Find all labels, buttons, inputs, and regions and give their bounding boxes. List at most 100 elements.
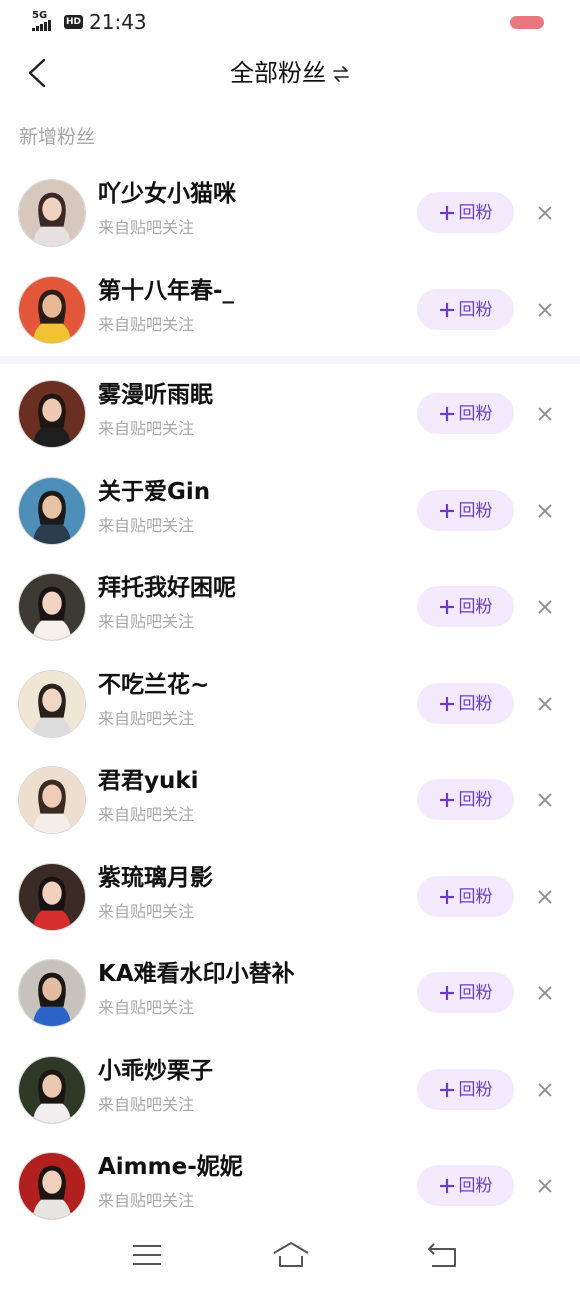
- avatar-photo: [19, 767, 85, 833]
- fan-name[interactable]: 不吃兰花~: [98, 670, 209, 700]
- fan-name[interactable]: 雾漫听雨眠: [98, 380, 213, 410]
- fan-source: 来自贴吧关注: [98, 998, 195, 1017]
- follow-back-button[interactable]: 回粉: [417, 490, 514, 531]
- dismiss-button[interactable]: [535, 790, 555, 810]
- nav-home-button[interactable]: [271, 1240, 311, 1270]
- follow-back-button[interactable]: 回粉: [417, 683, 514, 724]
- nav-menu-button[interactable]: [130, 1240, 164, 1270]
- dismiss-button[interactable]: [535, 501, 555, 521]
- status-time: 21:43: [89, 10, 147, 34]
- plus-icon: [439, 503, 454, 518]
- avatar[interactable]: [18, 380, 86, 448]
- avatar[interactable]: [18, 1152, 86, 1220]
- fan-name[interactable]: 小乖炒栗子: [98, 1056, 213, 1086]
- dismiss-button[interactable]: [535, 597, 555, 617]
- home-icon: [273, 1242, 309, 1267]
- follow-back-button[interactable]: 回粉: [417, 1069, 514, 1110]
- close-icon: [538, 890, 552, 904]
- dismiss-button[interactable]: [535, 1080, 555, 1100]
- signal-icon: 5G: [32, 11, 58, 33]
- close-icon: [538, 1179, 552, 1193]
- system-navbar: [0, 1228, 580, 1289]
- fan-name[interactable]: 关于爱Gin: [98, 477, 210, 507]
- fan-source: 来自贴吧关注: [98, 218, 195, 237]
- avatar-photo: [19, 864, 85, 930]
- dismiss-button[interactable]: [535, 203, 555, 223]
- dismiss-button[interactable]: [535, 300, 555, 320]
- avatar-photo: [19, 1057, 85, 1123]
- avatar[interactable]: [18, 276, 86, 344]
- fan-source: 来自贴吧关注: [98, 1095, 195, 1114]
- avatar[interactable]: [18, 670, 86, 738]
- plus-icon: [439, 696, 454, 711]
- fan-row[interactable]: 拜托我好困呢来自贴吧关注 回粉: [0, 559, 580, 655]
- follow-back-button[interactable]: 回粉: [417, 876, 514, 917]
- fan-name[interactable]: 紫琉璃月影: [98, 863, 213, 893]
- avatar[interactable]: [18, 179, 86, 247]
- avatar-photo: [19, 1153, 85, 1219]
- plus-icon: [439, 302, 454, 317]
- section-divider: [0, 356, 580, 364]
- fan-row[interactable]: 雾漫听雨眠来自贴吧关注 回粉: [0, 366, 580, 462]
- dismiss-button[interactable]: [535, 887, 555, 907]
- avatar[interactable]: [18, 573, 86, 641]
- fan-name[interactable]: 君君yuki: [98, 766, 199, 796]
- follow-back-button[interactable]: 回粉: [417, 393, 514, 434]
- status-bar: 5G HD 21:43: [0, 0, 580, 44]
- fan-row[interactable]: 第十八年春-_ 来自贴吧关注 回粉: [0, 262, 580, 358]
- follow-back-label: 回粉: [458, 1175, 493, 1196]
- follow-back-button[interactable]: 回粉: [417, 779, 514, 820]
- fan-name[interactable]: 第十八年春-_: [98, 276, 234, 306]
- follow-back-label: 回粉: [458, 202, 493, 223]
- fan-row[interactable]: 君君yuki 来自贴吧关注 回粉: [0, 752, 580, 848]
- fan-source: 来自贴吧关注: [98, 516, 195, 535]
- follow-back-button[interactable]: 回粉: [417, 192, 514, 233]
- avatar[interactable]: [18, 766, 86, 834]
- fan-row[interactable]: KA难看水印小替补来自贴吧关注 回粉: [0, 945, 580, 1041]
- fan-row[interactable]: 不吃兰花~ 来自贴吧关注 回粉: [0, 656, 580, 752]
- fan-row[interactable]: 吖少女小猫咪来自贴吧关注 回粉: [0, 165, 580, 261]
- fan-source: 来自贴吧关注: [98, 902, 195, 921]
- close-icon: [538, 407, 552, 421]
- plus-icon: [439, 889, 454, 904]
- fan-row[interactable]: 关于爱Gin 来自贴吧关注 回粉: [0, 463, 580, 559]
- avatar-photo: [19, 478, 85, 544]
- fan-row[interactable]: 紫琉璃月影来自贴吧关注 回粉: [0, 849, 580, 945]
- avatar[interactable]: [18, 959, 86, 1027]
- fan-source: 来自贴吧关注: [98, 315, 195, 334]
- plus-icon: [439, 1082, 454, 1097]
- fan-name[interactable]: 拜托我好困呢: [98, 573, 236, 603]
- fan-row[interactable]: Aimme-妮妮 来自贴吧关注 回粉: [0, 1138, 580, 1234]
- close-icon: [538, 504, 552, 518]
- follow-back-button[interactable]: 回粉: [417, 1165, 514, 1206]
- fan-name[interactable]: Aimme-妮妮: [98, 1152, 243, 1182]
- fan-source: 来自贴吧关注: [98, 709, 195, 728]
- close-icon: [538, 1083, 552, 1097]
- follow-back-button[interactable]: 回粉: [417, 972, 514, 1013]
- title-wrap[interactable]: 全部粉丝: [0, 58, 580, 88]
- follow-back-button[interactable]: 回粉: [417, 289, 514, 330]
- fan-name[interactable]: KA难看水印小替补: [98, 959, 295, 989]
- avatar[interactable]: [18, 863, 86, 931]
- fan-source: 来自贴吧关注: [98, 419, 195, 438]
- plus-icon: [439, 792, 454, 807]
- fan-row[interactable]: 小乖炒栗子来自贴吧关注 回粉: [0, 1042, 580, 1138]
- avatar[interactable]: [18, 1056, 86, 1124]
- dismiss-button[interactable]: [535, 983, 555, 1003]
- avatar-photo: [19, 960, 85, 1026]
- dismiss-button[interactable]: [535, 694, 555, 714]
- avatar[interactable]: [18, 477, 86, 545]
- section-label-new-fans: 新增粉丝: [19, 126, 96, 148]
- nav-back-button[interactable]: [426, 1240, 460, 1270]
- hd-badge: HD: [64, 15, 84, 29]
- fan-name[interactable]: 吖少女小猫咪: [98, 179, 236, 209]
- close-icon: [538, 600, 552, 614]
- dismiss-button[interactable]: [535, 404, 555, 424]
- dismiss-button[interactable]: [535, 1176, 555, 1196]
- menu-icon: [133, 1245, 161, 1265]
- follow-back-button[interactable]: 回粉: [417, 586, 514, 627]
- follow-back-label: 回粉: [458, 500, 493, 521]
- plus-icon: [439, 985, 454, 1000]
- fan-source: 来自贴吧关注: [98, 612, 195, 631]
- close-icon: [538, 206, 552, 220]
